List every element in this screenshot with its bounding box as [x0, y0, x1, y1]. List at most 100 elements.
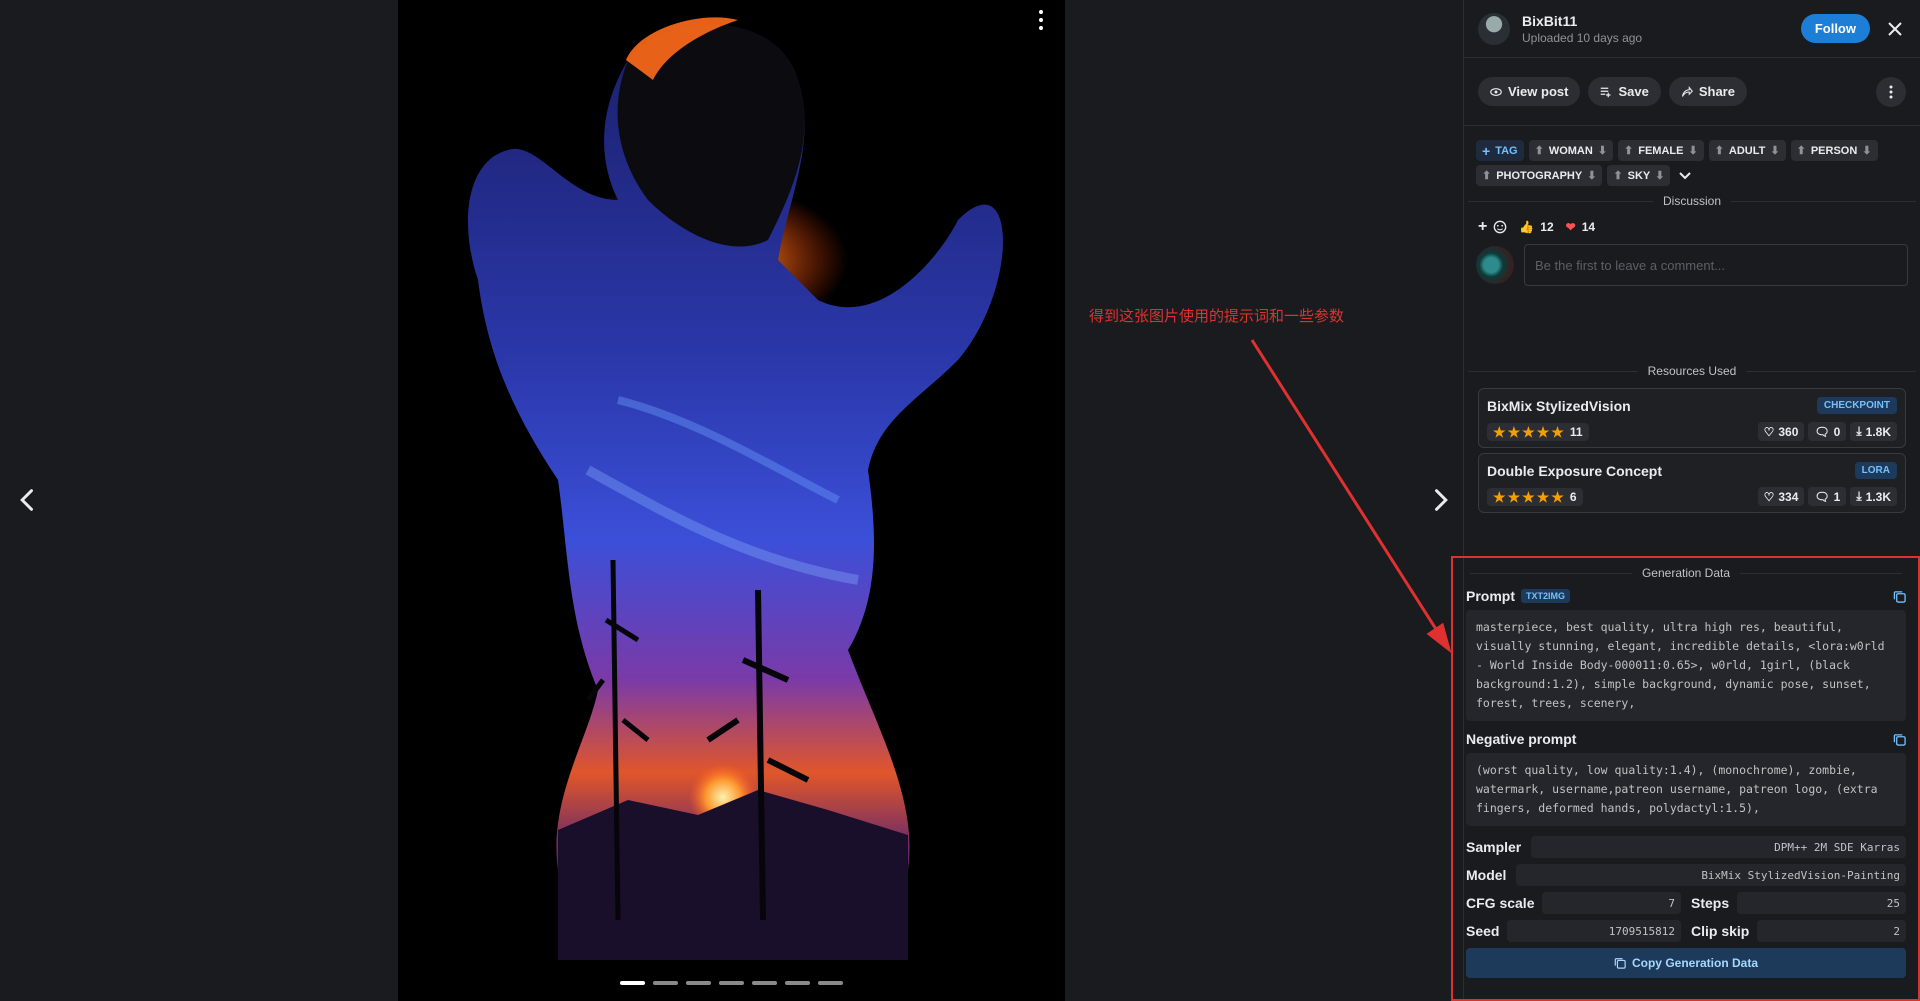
add-tag-label: TAG [1495, 144, 1518, 157]
copy-generation-data-button[interactable]: Copy Generation Data [1466, 948, 1906, 978]
star-icon: ★ [1536, 488, 1550, 505]
tag-chip[interactable]: ⬆ WOMAN ⬇ [1528, 140, 1614, 161]
view-post-button[interactable]: View post [1478, 77, 1581, 106]
post-actions: View post Save Share [1464, 68, 1920, 126]
pagination-dot[interactable] [719, 981, 744, 985]
prompt-label: Prompt [1466, 588, 1515, 604]
close-button[interactable] [1884, 18, 1906, 40]
seed-label: Seed [1466, 923, 1500, 939]
heart-outline-icon: ♡ [1763, 489, 1775, 504]
likes-count: 334 [1778, 489, 1799, 504]
copy-icon [1614, 958, 1626, 969]
annotation-arrow-icon [1250, 339, 1452, 654]
close-icon [1888, 21, 1902, 36]
clip-skip-label: Clip skip [1691, 923, 1750, 939]
heart-icon: ❤ [1565, 220, 1576, 234]
tag-label: ADULT [1728, 144, 1766, 157]
more-options-button[interactable] [1876, 76, 1906, 107]
tag-chip[interactable]: ⬆ ADULT ⬇ [1708, 140, 1786, 161]
pagination-dot[interactable] [686, 981, 711, 985]
resource-card[interactable]: BixMix StylizedVision CHECKPOINT ★ ★ ★ ★ ★ 1… [1478, 388, 1906, 448]
rating: ★ ★ ★ ★ ★ 6 [1487, 487, 1583, 506]
follow-button[interactable]: Follow [1800, 14, 1870, 43]
panel-header: BixBit11 Uploaded 10 days ago Follow [1464, 0, 1920, 58]
resource-type-badge: CHECKPOINT [1816, 397, 1897, 414]
heart-reaction[interactable]: ❤ 14 [1566, 220, 1595, 234]
steps-value: 25 [1737, 892, 1906, 914]
save-label: Save [1618, 84, 1649, 99]
downloads-stat: ⤓ 1.8K [1850, 422, 1897, 441]
downloads-stat: ⤓ 1.3K [1850, 487, 1897, 506]
downvote-icon[interactable]: ⬇ [1862, 144, 1871, 157]
downvote-icon[interactable]: ⬇ [1598, 144, 1607, 157]
reaction-bar: + 👍 12 ❤ 14 [1464, 208, 1920, 236]
comment-input[interactable]: Be the first to leave a comment... [1524, 244, 1908, 286]
add-tag-button[interactable]: + TAG [1476, 140, 1524, 161]
resource-name[interactable]: Double Exposure Concept [1487, 463, 1662, 479]
upvote-icon[interactable]: ⬆ [1715, 144, 1724, 157]
save-button[interactable]: Save [1588, 77, 1661, 106]
main-image [398, 0, 1065, 1001]
like-reaction[interactable]: 👍 12 [1519, 220, 1553, 234]
downvote-icon[interactable]: ⬇ [1587, 169, 1596, 182]
thumbs-up-icon: 👍 [1519, 220, 1535, 234]
discussion-title: Discussion [1662, 194, 1722, 208]
pagination-dot[interactable] [752, 981, 777, 985]
star-icon: ★ [1493, 488, 1506, 505]
downvote-icon[interactable]: ⬇ [1688, 144, 1697, 157]
upvote-icon[interactable]: ⬆ [1797, 144, 1806, 157]
upvote-icon[interactable]: ⬆ [1613, 169, 1622, 182]
pagination-dot[interactable] [653, 981, 678, 985]
upvote-icon[interactable]: ⬆ [1482, 169, 1491, 182]
tag-list: + TAG ⬆ WOMAN ⬇ ⬆ FEMALE ⬇ ⬆ ADULT ⬇ ⬆ PERSON ⬇ ⬆… [1464, 126, 1920, 186]
downloads-count: 1.3K [1865, 489, 1891, 504]
share-label: Share [1698, 84, 1735, 99]
model-value: BixMix StylizedVision-Painting [1516, 864, 1906, 886]
copy-generation-data-label: Copy Generation Data [1631, 956, 1759, 970]
upvote-icon[interactable]: ⬆ [1624, 144, 1633, 157]
tag-chip[interactable]: ⬆ SKY ⬇ [1607, 165, 1671, 186]
cfg-scale-label: CFG scale [1466, 895, 1535, 911]
generation-data-section: Generation Data Prompt TXT2IMG masterpiec… [1451, 556, 1920, 1001]
previous-image-button[interactable] [8, 480, 48, 520]
download-icon: ⤓ [1856, 424, 1862, 438]
comment-icon: 🗨 [1814, 424, 1830, 439]
username[interactable]: BixBit11 [1522, 13, 1801, 29]
comment-row: Be the first to leave a comment... [1464, 236, 1920, 294]
tag-chip[interactable]: ⬆ FEMALE ⬇ [1618, 140, 1704, 161]
expand-tags-button[interactable] [1675, 165, 1695, 186]
pagination-dot[interactable] [818, 981, 843, 985]
star-icon: ★ [1536, 423, 1550, 440]
download-icon: ⤓ [1856, 489, 1862, 503]
tag-chip[interactable]: ⬆ PHOTOGRAPHY ⬇ [1476, 165, 1603, 186]
user-avatar[interactable] [1478, 12, 1510, 45]
cfg-scale-value: 7 [1542, 892, 1681, 914]
resource-card[interactable]: Double Exposure Concept LORA ★ ★ ★ ★ ★ 6 ♡ 33… [1478, 453, 1906, 513]
pagination-dot[interactable] [785, 981, 810, 985]
current-user-avatar [1476, 246, 1514, 284]
image-pagination [398, 981, 1065, 985]
star-icon: ★ [1551, 423, 1564, 440]
copy-icon[interactable] [1893, 590, 1906, 603]
comments-count: 0 [1833, 424, 1841, 439]
pagination-dot[interactable] [620, 981, 645, 985]
like-count: 12 [1540, 220, 1554, 234]
image-viewer: 得到这张图片使用的提示词和一些参数 [0, 0, 1463, 1001]
image-options-button[interactable] [1031, 8, 1051, 32]
upvote-icon[interactable]: ⬆ [1535, 144, 1544, 157]
tag-chip[interactable]: ⬆ PERSON ⬇ [1790, 140, 1878, 161]
heart-count: 14 [1581, 220, 1596, 234]
downvote-icon[interactable]: ⬇ [1770, 144, 1779, 157]
add-reaction-button[interactable]: + [1478, 218, 1507, 236]
sampler-label: Sampler [1466, 839, 1522, 855]
star-icon: ★ [1507, 423, 1521, 440]
star-icon: ★ [1522, 423, 1535, 440]
resource-name[interactable]: BixMix StylizedVision [1487, 398, 1631, 414]
likes-stat: ♡ 360 [1757, 422, 1805, 441]
model-label: Model [1466, 867, 1507, 883]
share-button[interactable]: Share [1668, 77, 1747, 106]
resource-type-badge: LORA [1854, 462, 1897, 479]
copy-icon[interactable] [1893, 733, 1906, 746]
downvote-icon[interactable]: ⬇ [1655, 169, 1664, 182]
playlist-add-icon [1601, 87, 1611, 97]
